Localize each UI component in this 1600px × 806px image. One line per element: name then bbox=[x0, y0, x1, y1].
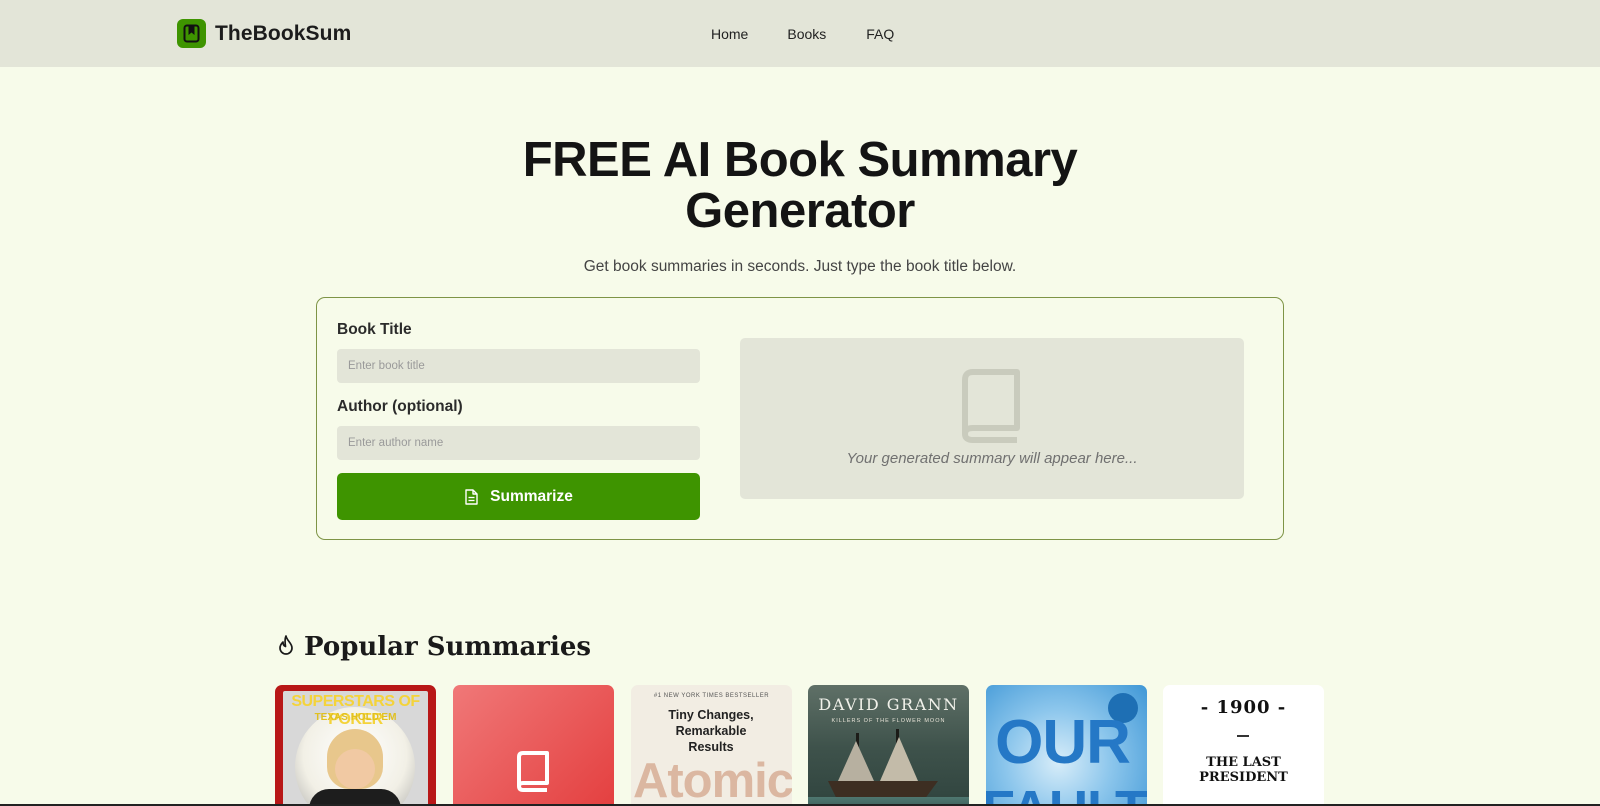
brand-logo-link[interactable]: TheBookSum bbox=[177, 19, 351, 48]
flame-icon bbox=[277, 634, 295, 661]
book-card[interactable] bbox=[453, 685, 614, 806]
book-cover-tagline: #1 NEW YORK TIMES BESTSELLER bbox=[653, 693, 770, 699]
book-cover-subtitle: Tiny Changes, Remarkable Results bbox=[668, 708, 754, 754]
book-cover-subtitle: KILLERS OF THE FLOWER MOON bbox=[831, 718, 946, 724]
book-cover-title: Atomic bbox=[632, 754, 792, 806]
summary-generator-card: Book Title Author (optional) Summarize Y… bbox=[316, 297, 1284, 540]
author-input[interactable] bbox=[337, 426, 700, 460]
book-cover-author: DAVID GRANN bbox=[818, 695, 959, 714]
book-icon bbox=[515, 750, 551, 797]
book-card[interactable]: OUR FAULT bbox=[986, 685, 1147, 806]
book-cover-title-2: FAULT bbox=[986, 779, 1147, 806]
popular-summaries-title: Popular Summaries bbox=[304, 632, 592, 662]
book-card[interactable]: - 1900 - THE LAST PRESIDENT bbox=[1163, 685, 1324, 806]
bookmark-icon bbox=[177, 19, 206, 48]
book-cover-subtitle: TEXAS HOLD'EM bbox=[314, 712, 397, 723]
summarize-button-label: Summarize bbox=[490, 487, 573, 505]
nav-faq[interactable]: FAQ bbox=[866, 26, 894, 42]
page-title-line2: Generator bbox=[685, 184, 915, 238]
nav-home[interactable]: Home bbox=[711, 26, 748, 42]
summarize-button[interactable]: Summarize bbox=[337, 473, 700, 520]
book-cover-title: THE LAST PRESIDENT bbox=[1199, 755, 1288, 785]
page-title: FREE AI Book Summary Generator bbox=[400, 135, 1200, 237]
book-icon bbox=[959, 368, 1023, 449]
book-cover-title: SUPERSTARS OF POKER bbox=[291, 693, 420, 728]
author-label: Author (optional) bbox=[337, 398, 463, 415]
book-title-label: Book Title bbox=[337, 321, 412, 338]
page-subtitle: Get book summaries in seconds. Just type… bbox=[583, 258, 1017, 275]
summary-output-panel: Your generated summary will appear here.… bbox=[740, 338, 1244, 499]
book-cover-year: - 1900 - bbox=[1200, 697, 1287, 718]
nav-books[interactable]: Books bbox=[787, 26, 826, 42]
page-title-line1: FREE AI Book Summary bbox=[522, 133, 1078, 187]
book-cover-title: OUR bbox=[995, 708, 1131, 777]
brand-name: TheBookSum bbox=[215, 21, 352, 45]
book-card[interactable]: SUPERSTARS OF POKER TEXAS HOLD'EM bbox=[275, 685, 436, 806]
book-card[interactable]: #1 NEW YORK TIMES BESTSELLER Tiny Change… bbox=[631, 685, 792, 806]
popular-summaries-heading: Popular Summaries bbox=[277, 632, 591, 662]
book-title-input[interactable] bbox=[337, 349, 700, 383]
document-icon bbox=[464, 488, 478, 505]
book-card[interactable]: DAVID GRANN KILLERS OF THE FLOWER MOON bbox=[808, 685, 969, 806]
top-navbar: TheBookSum Home Books FAQ bbox=[0, 0, 1600, 67]
main-nav: Home Books FAQ bbox=[711, 26, 894, 42]
summary-placeholder: Your generated summary will appear here.… bbox=[846, 450, 1138, 467]
